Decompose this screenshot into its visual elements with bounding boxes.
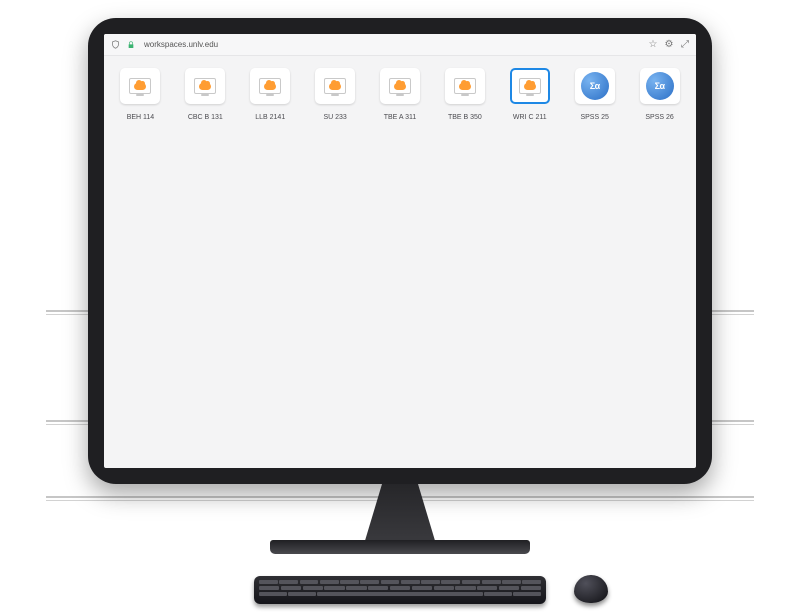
gear-icon[interactable]: ⚙ [664, 40, 674, 50]
workspace-label: SPSS 26 [645, 114, 673, 122]
workspace-label: LLB 2141 [255, 114, 285, 122]
mouse [574, 575, 608, 603]
star-icon[interactable]: ☆ [648, 40, 658, 50]
workspace-tile [510, 68, 550, 104]
spss-icon: Σα [646, 72, 674, 100]
cloud-monitor-icon [194, 78, 216, 94]
workspace-item[interactable]: BEH 114 [116, 68, 165, 122]
workspace-label: BEH 114 [127, 114, 155, 122]
workspace-tile: Σα [575, 68, 615, 104]
keyboard [254, 576, 546, 604]
workspace-label: CBC B 131 [188, 114, 223, 122]
cloud-monitor-icon [389, 78, 411, 94]
workspace-label: SPSS 25 [580, 114, 608, 122]
workspace-tile [185, 68, 225, 104]
workspace-item[interactable]: SU 233 [311, 68, 360, 122]
workspace-tile [120, 68, 160, 104]
spss-icon: Σα [581, 72, 609, 100]
workspace-label: TBE A 311 [384, 114, 417, 122]
address-text[interactable]: workspaces.unlv.edu [144, 40, 218, 49]
monitor-bezel: workspaces.unlv.edu ☆ ⚙ ⤢ BEH 114 [88, 18, 712, 484]
shield-icon[interactable] [110, 40, 120, 50]
cloud-monitor-icon [129, 78, 151, 94]
workspace-item[interactable]: TBE A 311 [376, 68, 425, 122]
workspace-grid: BEH 114 CBC B 131 LLB 2141 [116, 68, 684, 122]
workspace-tile [315, 68, 355, 104]
workspace-item[interactable]: LLB 2141 [246, 68, 295, 122]
cloud-monitor-icon [324, 78, 346, 94]
workspace-item[interactable]: Σα SPSS 26 [635, 68, 684, 122]
cloud-monitor-icon [519, 78, 541, 94]
workspace-content: BEH 114 CBC B 131 LLB 2141 [104, 56, 696, 468]
workspace-label: SU 233 [323, 114, 346, 122]
workspace-tile [250, 68, 290, 104]
lock-icon [126, 40, 136, 50]
monitor-base [270, 540, 530, 554]
expand-icon[interactable]: ⤢ [680, 40, 690, 50]
workspace-tile: Σα [640, 68, 680, 104]
workspace-label: TBE B 350 [448, 114, 482, 122]
workspace-item[interactable]: CBC B 131 [181, 68, 230, 122]
workspace-tile [380, 68, 420, 104]
screen: workspaces.unlv.edu ☆ ⚙ ⤢ BEH 114 [104, 34, 696, 468]
cloud-monitor-icon [259, 78, 281, 94]
monitor-neck [364, 484, 436, 544]
cloud-monitor-icon [454, 78, 476, 94]
workspace-item[interactable]: Σα SPSS 25 [570, 68, 619, 122]
workspace-tile [445, 68, 485, 104]
browser-toolbar: workspaces.unlv.edu ☆ ⚙ ⤢ [104, 34, 696, 56]
workspace-item-selected[interactable]: WRI C 211 [505, 68, 554, 122]
workspace-label: WRI C 211 [513, 114, 547, 122]
workspace-item[interactable]: TBE B 350 [440, 68, 489, 122]
